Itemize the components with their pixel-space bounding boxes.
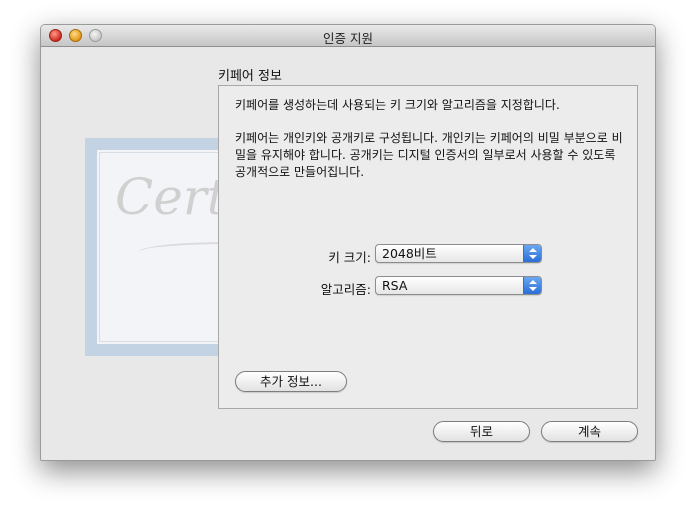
panel-description-detail: 키페어는 개인키와 공개키로 구성됩니다. 개인키는 키페어의 비밀 부분으로 … [235, 131, 623, 179]
algorithm-popup[interactable]: RSA [375, 276, 542, 295]
window-title: 인증 지원 [323, 31, 373, 46]
algorithm-value: RSA [382, 278, 408, 293]
algorithm-label: 알고리즘: [320, 282, 371, 297]
title-bar[interactable]: 인증 지원 [41, 25, 655, 47]
back-button[interactable]: 뒤로 [433, 421, 530, 442]
panel-description-intro: 키페어를 생성하는데 사용되는 키 크기와 알고리즘을 지정합니다. [235, 98, 560, 112]
key-size-label: 키 크기: [328, 250, 371, 265]
certificate-assistant-window: 인증 지원 Certificate 키페어 정보 키페어를 생성하는데 사용되는… [40, 24, 656, 461]
popup-arrows-icon [523, 245, 541, 262]
keypair-info-panel: 키페어를 생성하는데 사용되는 키 크기와 알고리즘을 지정합니다. 키페어는 … [218, 85, 638, 409]
more-info-button[interactable]: 추가 정보... [235, 371, 347, 392]
section-title: 키페어 정보 [218, 69, 282, 84]
popup-arrows-icon [523, 277, 541, 294]
key-size-popup[interactable]: 2048비트 [375, 244, 542, 263]
continue-button[interactable]: 계속 [541, 421, 638, 442]
key-size-value: 2048비트 [382, 246, 437, 261]
